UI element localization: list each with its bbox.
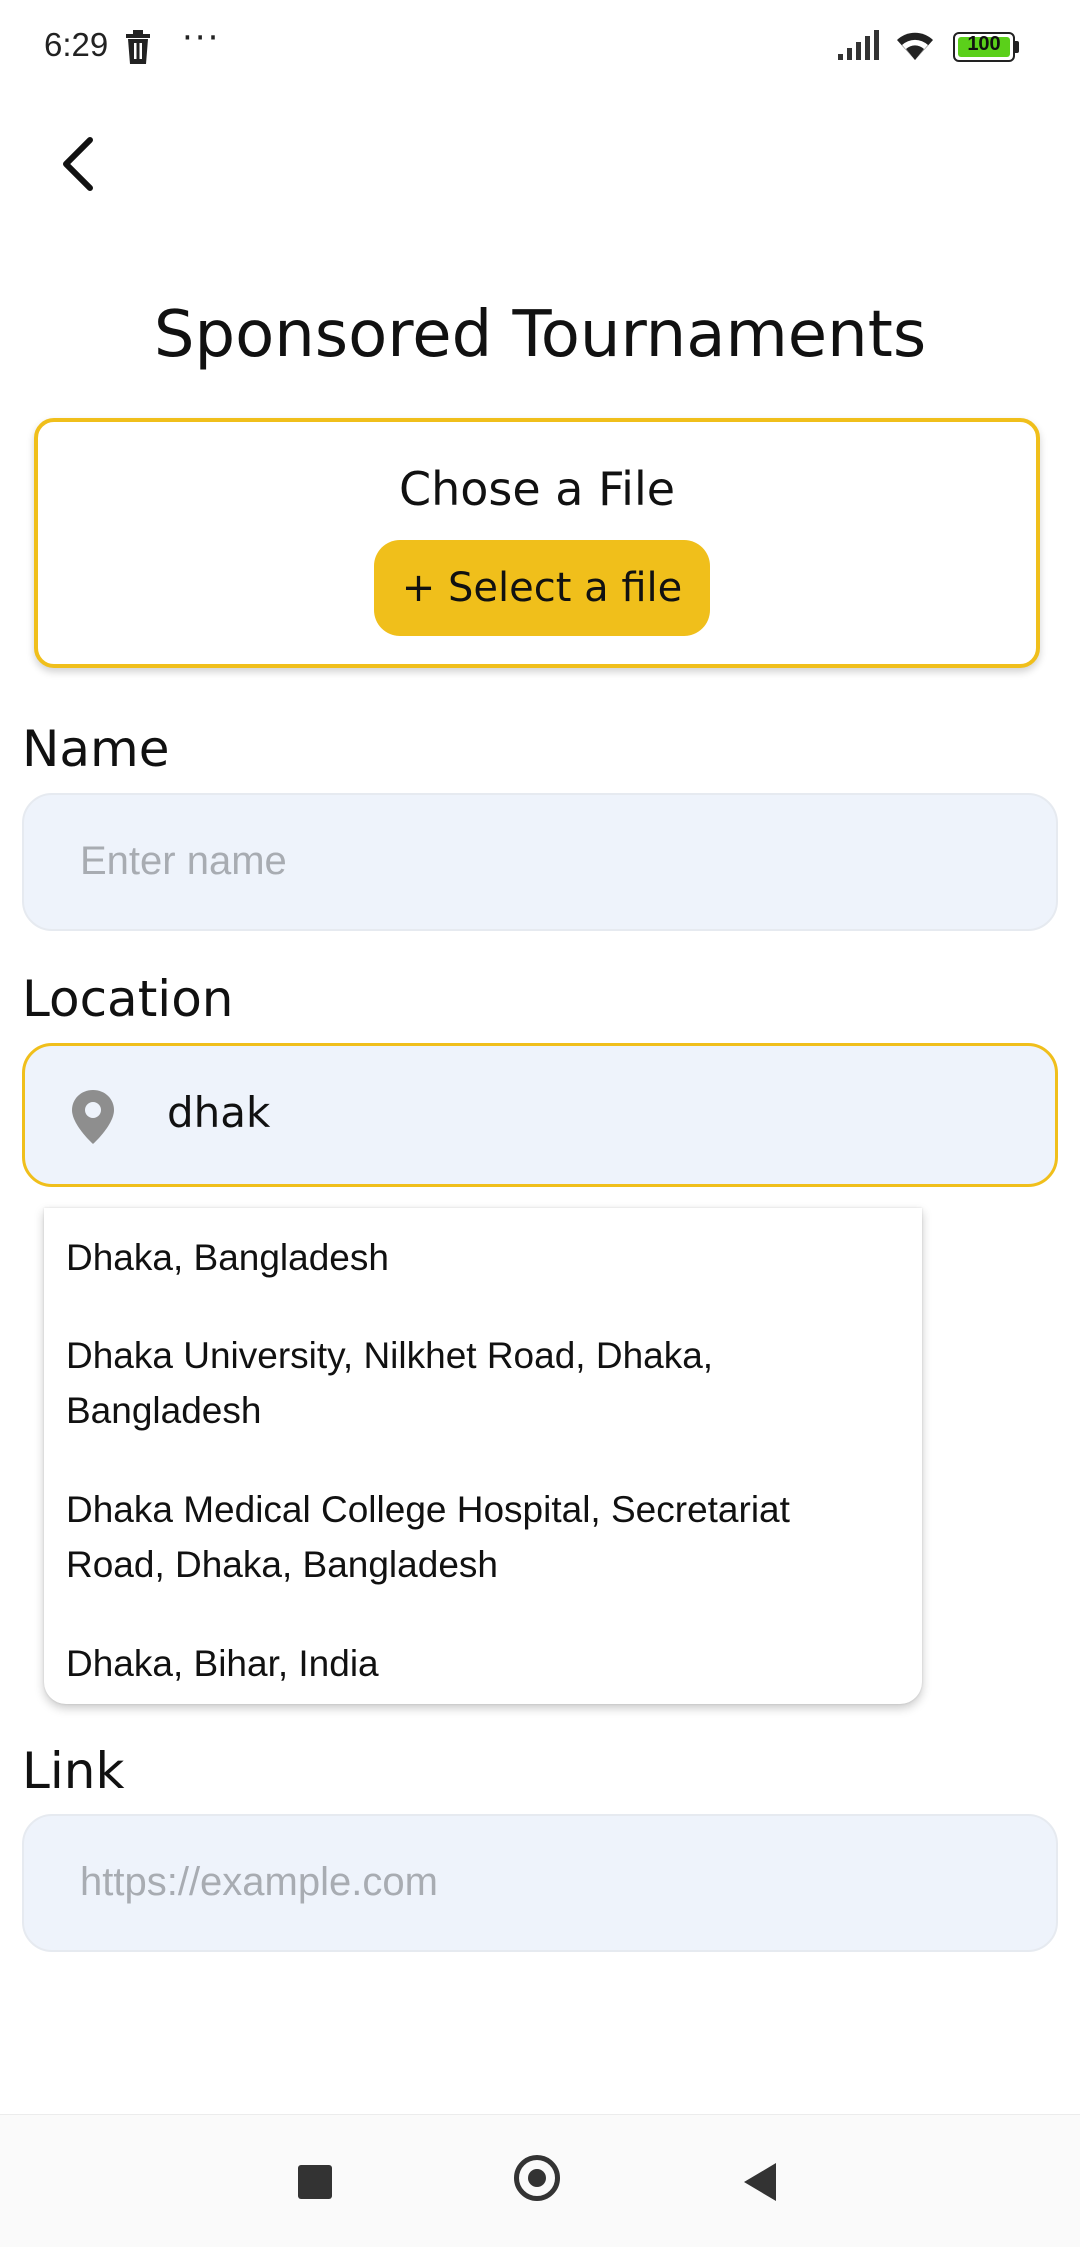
location-label: Location xyxy=(22,970,234,1028)
name-input[interactable]: Enter name xyxy=(22,793,1058,931)
suggestion-item[interactable]: Dhaka University, Nilkhet Road, Dhaka, B… xyxy=(66,1328,896,1438)
suggestion-item[interactable]: Dhaka, Bangladesh xyxy=(66,1230,896,1285)
battery-level: 100 xyxy=(967,33,1001,55)
status-bar: 6:29 ··· 100 xyxy=(0,0,1080,96)
select-file-button[interactable]: + Select a file xyxy=(374,540,710,636)
back-button[interactable] xyxy=(44,128,116,200)
signal-icon xyxy=(838,30,879,60)
system-nav-bar xyxy=(0,2114,1080,2247)
file-upload-card: Chose a File + Select a file xyxy=(34,418,1040,668)
battery-icon: 100 xyxy=(953,32,1019,62)
page-title: Sponsored Tournaments xyxy=(153,298,927,372)
status-time: 6:29 xyxy=(44,26,109,63)
name-label: Name xyxy=(22,720,170,778)
suggestion-item[interactable]: Dhaka Medical College Hospital, Secretar… xyxy=(66,1482,896,1592)
suggestion-item[interactable]: Dhaka, Bihar, India xyxy=(66,1636,896,1691)
wifi-icon xyxy=(897,32,933,60)
link-input[interactable]: https://example.com xyxy=(22,1814,1058,1952)
location-value: dhak xyxy=(167,1088,271,1137)
trash-icon xyxy=(126,30,150,64)
more-notifications-icon: ··· xyxy=(182,18,221,58)
back-triangle-icon[interactable] xyxy=(744,2163,776,2201)
location-suggestions: Dhaka, Bangladesh Dhaka University, Nilk… xyxy=(44,1208,922,1704)
location-pin-icon xyxy=(72,1090,114,1144)
name-placeholder: Enter name xyxy=(80,839,287,883)
location-input[interactable]: dhak xyxy=(22,1043,1058,1187)
chevron-left-icon xyxy=(63,137,93,191)
file-upload-title: Chose a File xyxy=(398,462,676,516)
recent-apps-icon[interactable] xyxy=(298,2165,332,2199)
link-placeholder: https://example.com xyxy=(80,1860,438,1904)
home-icon[interactable] xyxy=(514,2155,560,2201)
link-label: Link xyxy=(22,1742,125,1800)
